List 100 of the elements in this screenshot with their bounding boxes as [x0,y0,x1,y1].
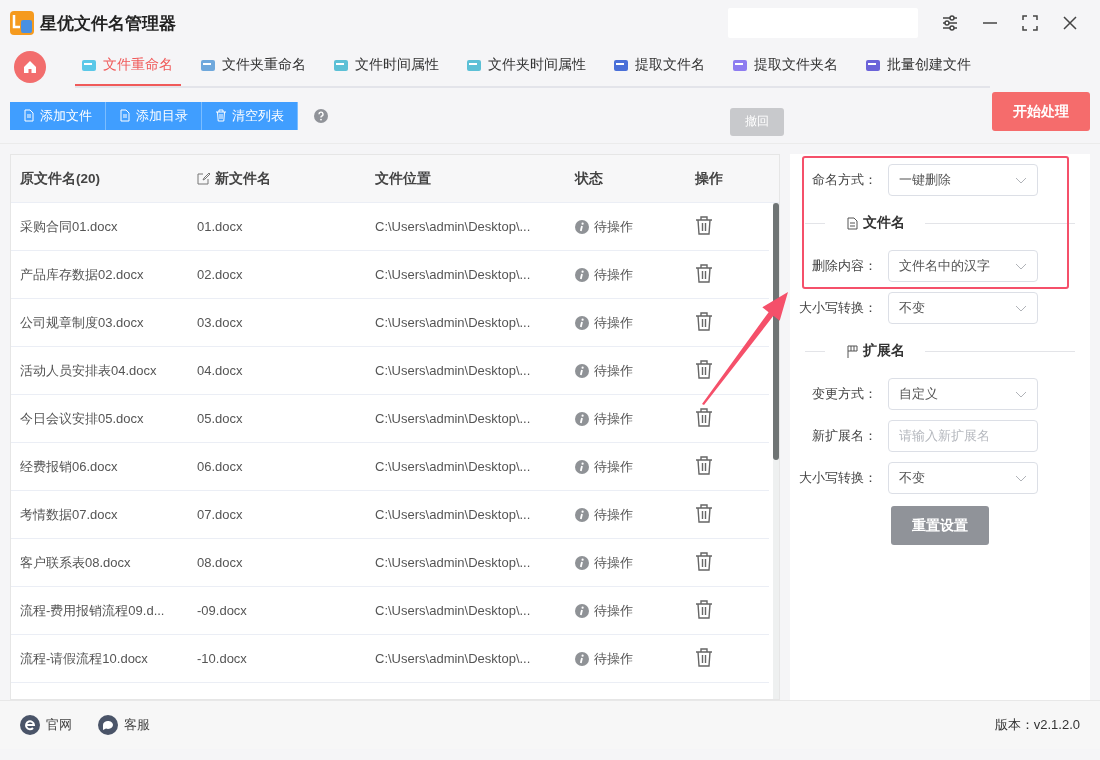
table-cell-text: C:\Users\admin\Desktop\... [375,411,532,426]
field-label: 新扩展名： [811,427,878,445]
chevron-down-icon [1015,262,1027,270]
table-cell-text: 02.docx [197,267,244,282]
field-label: 命名方式： [811,171,878,189]
status-text: 待操作 [594,649,633,668]
status-text: 待操作 [594,409,633,428]
info-icon [575,219,589,234]
footer-link[interactable]: 客服 [124,716,150,734]
footer-link[interactable]: 官网 [46,716,72,734]
table-cell-text: 05.docx [197,411,244,426]
info-icon [575,603,589,618]
dropdown[interactable]: 不变 [888,462,1038,494]
document-icon [119,109,131,122]
info-icon [575,267,589,282]
chat-icon[interactable] [98,715,118,735]
field-label: 变更方式： [811,385,878,403]
table-cell-text: -09.docx [197,603,248,618]
table-cell-text: 活动人员安排表04.docx [20,361,158,380]
table-cell-text: 客户联系表08.docx [20,553,132,572]
delete-icon[interactable] [695,407,713,427]
window-title: 星优文件名管理器 [40,12,176,35]
tab[interactable]: 提取文件名 [607,46,713,86]
flag-icon [847,344,858,358]
info-icon [575,459,589,474]
chevron-down-icon [1015,390,1027,398]
delete-icon[interactable] [695,503,713,523]
help-icon[interactable] [314,108,328,123]
dropdown[interactable]: 文件名中的汉字 [888,250,1038,282]
table-cell-text: 采购合同01.docx [20,217,119,236]
table-cell-text: C:\Users\admin\Desktop\... [375,219,532,234]
table-cell-text: C:\Users\admin\Desktop\... [375,363,532,378]
delete-icon[interactable] [695,215,713,235]
browser-icon[interactable] [20,715,40,735]
info-icon [575,507,589,522]
field-label: 删除内容： [811,257,878,275]
info-icon [575,411,589,426]
status-text: 待操作 [594,505,633,524]
column-header: 操作 [695,169,723,188]
delete-icon[interactable] [695,551,713,571]
table-cell-text: C:\Users\admin\Desktop\... [375,651,532,666]
table-cell-text: -10.docx [197,651,248,666]
close-icon[interactable] [1061,14,1079,32]
delete-icon[interactable] [695,455,713,475]
version-text: 版本：v2.1.2.0 [994,716,1080,734]
home-icon [23,60,37,74]
column-header: 状态 [575,169,603,188]
table-cell-text: 考情数据07.docx [20,505,119,524]
home-button[interactable] [14,51,46,83]
status-text: 待操作 [594,217,633,236]
tab[interactable]: 文件时间属性 [327,46,447,86]
table-cell-text: C:\Users\admin\Desktop\... [375,459,532,474]
table-cell-text: 今日会议安排05.docx [20,409,145,428]
app-logo [10,11,34,35]
info-icon [575,315,589,330]
info-icon [575,555,589,570]
status-text: 待操作 [594,265,633,284]
section-title: 扩展名 [863,342,905,360]
delete-icon[interactable] [695,311,713,331]
delete-icon[interactable] [695,359,713,379]
tab[interactable]: 批量创建文件 [859,46,979,86]
column-header: 新文件名 [215,169,271,188]
table-cell-text: C:\Users\admin\Desktop\... [375,603,532,618]
input-field[interactable]: 请输入新扩展名 [888,420,1038,452]
status-text: 待操作 [594,457,633,476]
column-header: 原文件名(20) [20,169,100,188]
dropdown[interactable]: 不变 [888,292,1038,324]
dropdown[interactable]: 一键删除 [888,164,1038,196]
table-cell-text: 07.docx [197,507,244,522]
table-cell-text: 流程-费用报销流程09.d... [20,601,166,620]
table-cell-text: 03.docx [197,315,244,330]
table-cell-text: C:\Users\admin\Desktop\... [375,555,532,570]
chevron-down-icon [1015,304,1027,312]
table-cell-text: 06.docx [197,459,244,474]
chevron-down-icon [1015,474,1027,482]
table-cell-text: C:\Users\admin\Desktop\... [375,507,532,522]
tab[interactable]: 提取文件夹名 [726,46,846,86]
settings-icon[interactable] [941,14,959,32]
field-label: 大小写转换： [798,469,878,487]
scrollbar-thumb[interactable] [773,203,779,460]
table-cell-text: 经费报销06.docx [20,457,119,476]
document-icon [23,109,35,122]
document-icon [847,216,858,230]
dropdown[interactable]: 自定义 [888,378,1038,410]
column-header: 文件位置 [375,169,431,188]
section-title: 文件名 [863,214,905,232]
maximize-icon[interactable] [1021,14,1039,32]
delete-icon[interactable] [695,263,713,283]
info-icon [575,363,589,378]
edit-icon [197,172,210,185]
status-text: 待操作 [594,601,633,620]
delete-icon[interactable] [695,599,713,619]
tab[interactable]: 文件夹时间属性 [460,46,594,86]
table-cell-text: 04.docx [197,363,244,378]
table-cell-text: 08.docx [197,555,244,570]
table-cell-text: 01.docx [197,219,244,234]
table-cell-text: 流程-请假流程10.docx [20,649,149,668]
tab[interactable]: 文件夹重命名 [194,46,314,86]
delete-icon[interactable] [695,647,713,667]
status-text: 待操作 [594,313,633,332]
